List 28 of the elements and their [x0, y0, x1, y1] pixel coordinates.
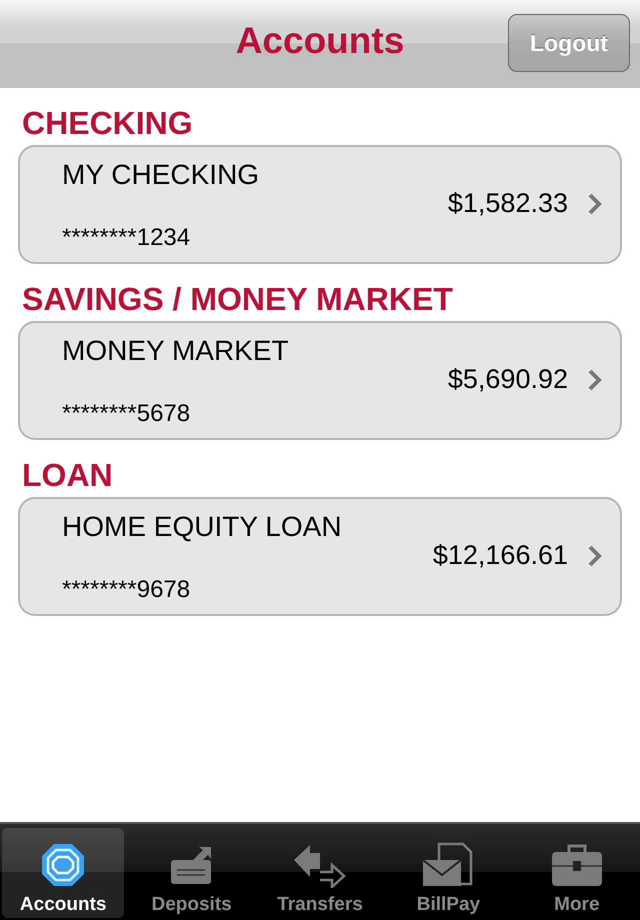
- tab-item[interactable]: More: [516, 828, 638, 918]
- account-number: ********9678: [62, 576, 190, 604]
- briefcase-icon: [550, 842, 604, 888]
- account-card[interactable]: MY CHECKING ********1234 $1,582.33: [18, 145, 622, 264]
- account-name: MY CHECKING: [62, 158, 260, 191]
- tab-item[interactable]: BillPay: [387, 828, 510, 918]
- tab-item[interactable]: Transfers: [258, 828, 382, 918]
- tab-item[interactable]: Accounts: [2, 828, 124, 918]
- account-balance: $1,582.33: [448, 188, 568, 219]
- account-number: ********5678: [62, 400, 190, 428]
- page-title: Accounts: [236, 20, 404, 62]
- transfer-arrows-icon: [292, 842, 348, 888]
- account-number: ********1234: [62, 224, 190, 252]
- chevron-icon: [588, 544, 602, 566]
- envelope-icon: [421, 842, 476, 888]
- account-card[interactable]: HOME EQUITY LOAN ********9678 $12,166.61: [18, 497, 622, 616]
- chevron-icon: [588, 368, 602, 390]
- section-heading: SAVINGS / MONEY MARKET: [22, 281, 453, 317]
- account-card[interactable]: MONEY MARKET ********5678 $5,690.92: [18, 321, 622, 440]
- account-balance: $12,166.61: [432, 540, 568, 571]
- section-heading: CHECKING: [22, 105, 193, 141]
- account-balance: $5,690.92: [448, 364, 568, 395]
- account-name: HOME EQUITY LOAN: [62, 510, 342, 543]
- tab-item[interactable]: Deposits: [130, 828, 253, 918]
- section-heading: LOAN: [22, 457, 113, 493]
- chevron-icon: [588, 192, 602, 214]
- logo-icon: [40, 842, 86, 888]
- account-name: MONEY MARKET: [62, 334, 289, 367]
